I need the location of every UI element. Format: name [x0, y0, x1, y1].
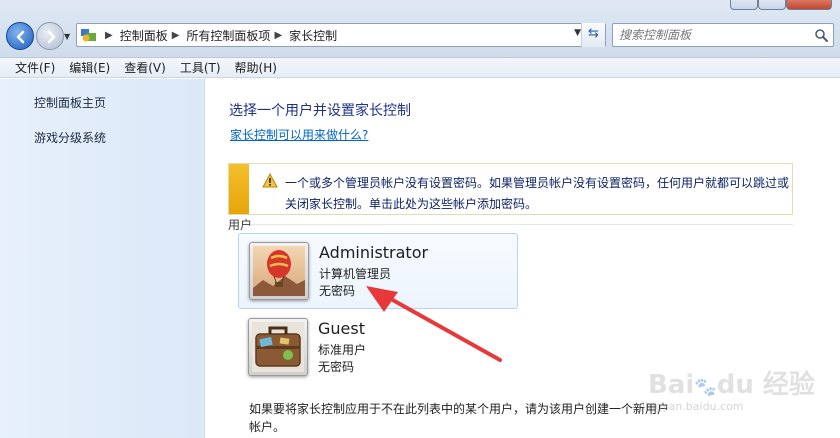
help-link[interactable]: 家长控制可以用来做什么?	[230, 126, 368, 143]
suitcase-icon	[252, 322, 304, 372]
annotation-arrow-icon	[366, 286, 502, 362]
users-section-label: 用户	[228, 218, 253, 232]
address-bar-region: ▼ ▶ 控制面板 ▶ 所有控制面板项 ▶ 家长控制 ▼ ⇆	[0, 0, 840, 58]
breadcrumb-separator-icon[interactable]: ▶	[274, 30, 282, 41]
breadcrumb-item-all-items[interactable]: 所有控制面板项	[186, 27, 270, 44]
forward-button[interactable]	[36, 22, 64, 50]
back-button[interactable]	[6, 22, 34, 50]
warning-banner[interactable]: 一个或多个管理员帐户没有设置密码。如果管理员帐户没有设置密码，任何用户就都可以跳…	[228, 163, 793, 215]
user-name: Guest	[318, 319, 365, 338]
warning-text[interactable]: 一个或多个管理员帐户没有设置密码。如果管理员帐户没有设置密码，任何用户就都可以跳…	[285, 173, 790, 215]
breadcrumb-separator-icon[interactable]: ▶	[105, 30, 113, 41]
window-controls	[730, 0, 840, 10]
user-password-status: 无密码	[318, 360, 355, 374]
menu-view[interactable]: 查看(V)	[117, 59, 173, 76]
breadcrumb: ▶ 控制面板 ▶ 所有控制面板项 ▶ 家长控制	[101, 24, 337, 46]
user-name: Administrator	[319, 243, 429, 262]
menu-help[interactable]: 帮助(H)	[228, 59, 284, 76]
warning-stripe	[229, 164, 249, 214]
address-field[interactable]: ▶ 控制面板 ▶ 所有控制面板项 ▶ 家长控制 ▼ ⇆	[76, 23, 606, 47]
menu-tools[interactable]: 工具(T)	[173, 59, 228, 76]
address-history-dropdown-icon[interactable]: ▼	[574, 28, 581, 38]
menu-bar: 文件(F) 编辑(E) 查看(V) 工具(T) 帮助(H)	[0, 58, 840, 78]
search-icon[interactable]	[814, 28, 828, 42]
user-role: 计算机管理员	[319, 267, 392, 281]
hot-air-balloon-icon	[253, 246, 305, 296]
refresh-button[interactable]: ⇆	[581, 23, 605, 47]
user-avatar	[248, 318, 308, 376]
control-panel-icon	[81, 29, 96, 42]
menu-edit[interactable]: 编辑(E)	[62, 59, 117, 76]
user-avatar	[249, 242, 309, 300]
sidebar-item-game-ratings[interactable]: 游戏分级系统	[34, 129, 106, 146]
create-account-hint: 如果要将家长控制应用于不在此列表中的某个用户，请为该用户创建一个新用户帐户。	[249, 402, 670, 434]
recent-pages-dropdown-icon[interactable]: ▼	[64, 32, 72, 41]
user-password-status: 无密码	[319, 284, 356, 298]
baidu-watermark-url: jingyan.baidu.com	[642, 400, 744, 413]
close-button[interactable]	[786, 0, 832, 10]
sidebar-item-control-panel-home[interactable]: 控制面板主页	[34, 94, 106, 111]
breadcrumb-separator-icon[interactable]: ▶	[172, 30, 180, 41]
baidu-watermark-logo: Bai🐾du 经验	[648, 370, 815, 400]
refresh-icon: ⇆	[588, 26, 599, 41]
arrow-right-icon	[47, 30, 56, 44]
sidebar: 控制面板主页 游戏分级系统	[0, 79, 205, 438]
menu-file[interactable]: 文件(F)	[0, 59, 62, 76]
search-input[interactable]	[619, 27, 799, 43]
minimize-button[interactable]	[730, 0, 758, 10]
warning-icon	[262, 173, 278, 188]
section-divider	[250, 224, 793, 225]
breadcrumb-item-control-panel[interactable]: 控制面板	[120, 27, 168, 44]
maximize-button[interactable]	[758, 0, 786, 10]
breadcrumb-item-parental-controls[interactable]: 家长控制	[289, 27, 337, 44]
search-box[interactable]	[612, 23, 834, 47]
page-title: 选择一个用户并设置家长控制	[229, 103, 411, 119]
user-role: 标准用户	[318, 343, 367, 357]
arrow-left-icon	[16, 30, 25, 44]
